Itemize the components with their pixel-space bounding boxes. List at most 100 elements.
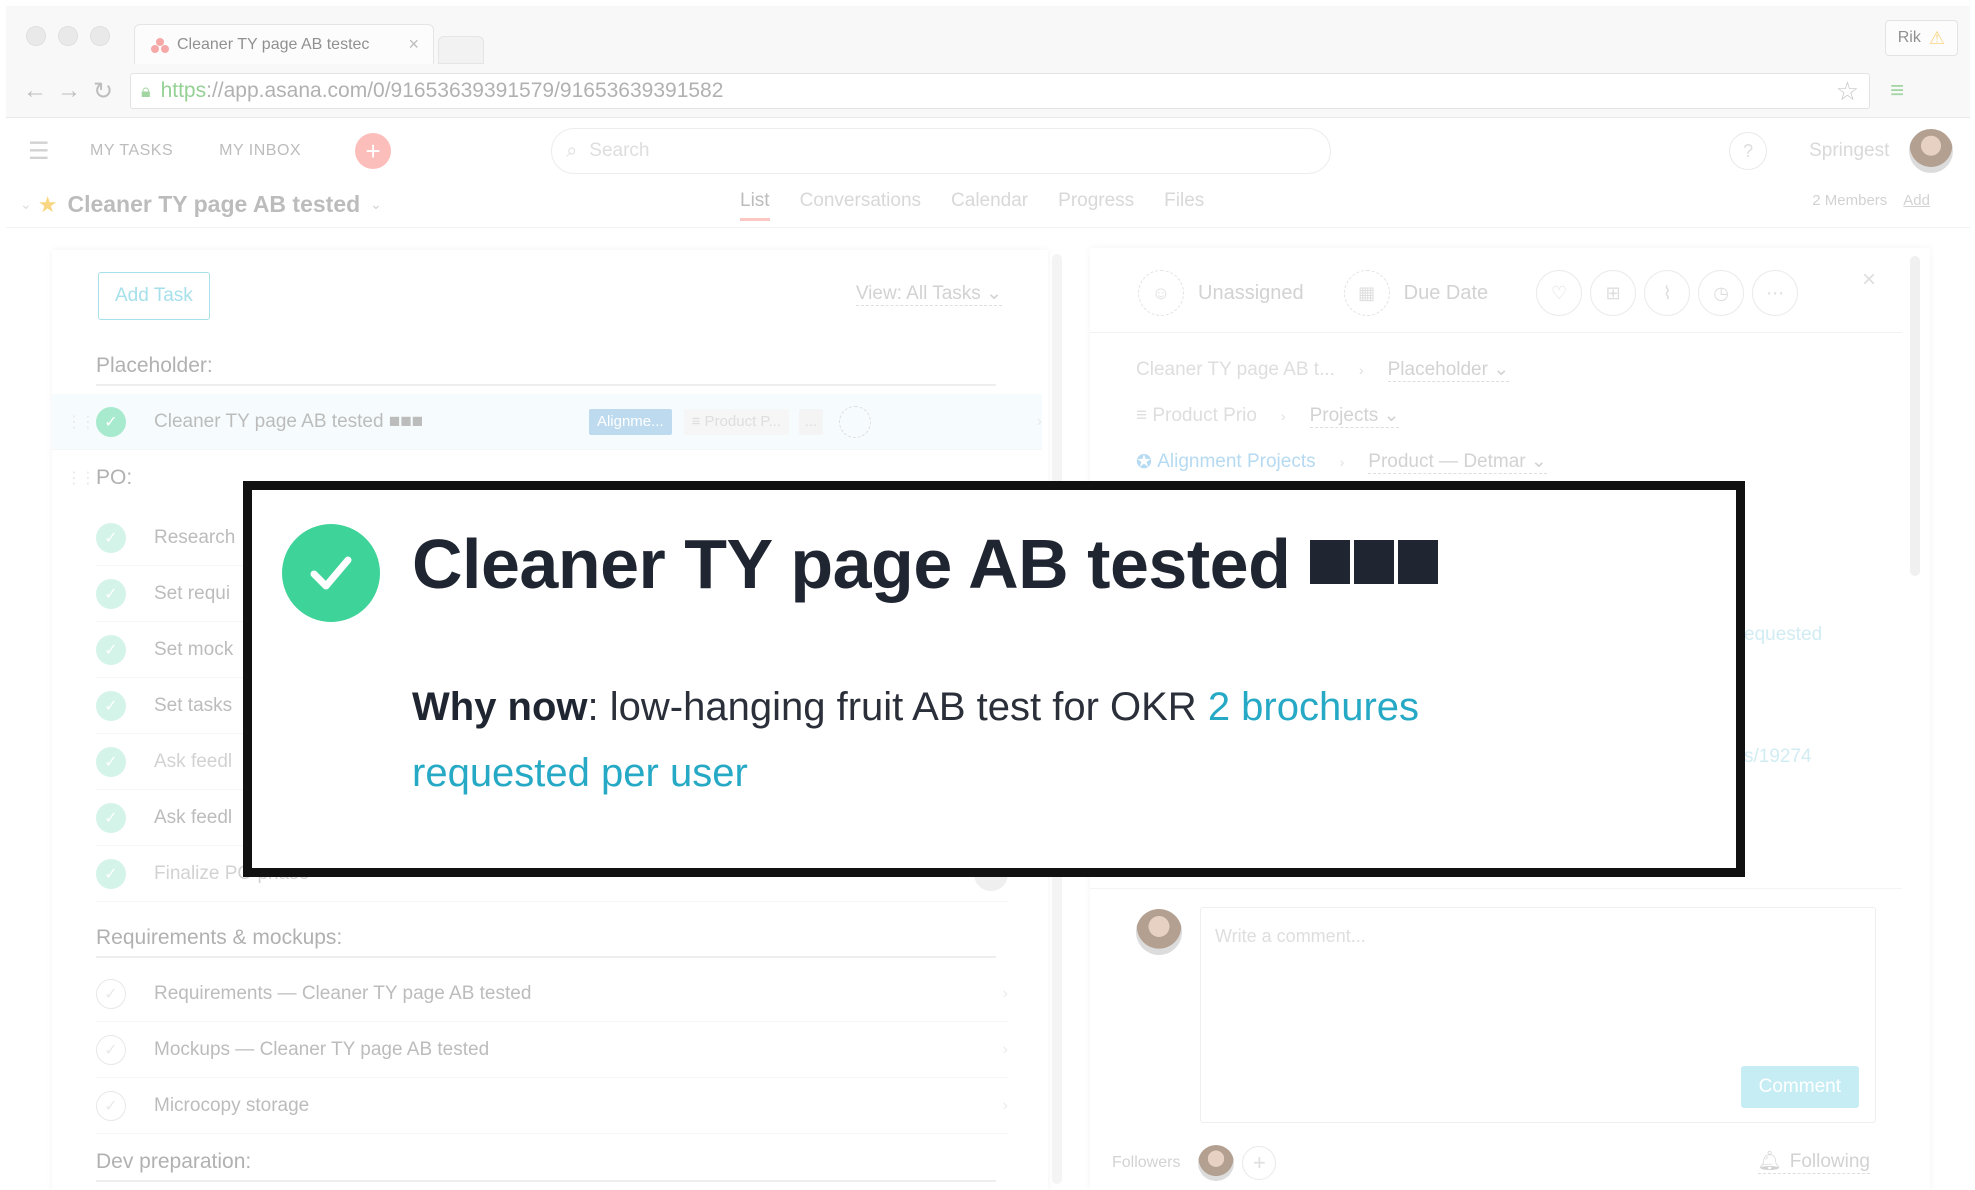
- org-switcher[interactable]: Springest: [1809, 140, 1889, 162]
- add-task-button[interactable]: Add Task: [98, 272, 210, 320]
- assignee-field[interactable]: Unassigned: [1198, 282, 1304, 305]
- browser-chrome: Cleaner TY page AB testec × Rik ⚠ ← → ↻ …: [6, 6, 1970, 118]
- hamburger-menu-icon[interactable]: ☰: [28, 137, 52, 166]
- quick-add-plus-icon[interactable]: +: [355, 133, 392, 169]
- collapse-chevron-icon[interactable]: ⌄: [20, 196, 32, 213]
- browser-menu-icon[interactable]: ≡: [1890, 77, 1904, 105]
- checkmark-icon[interactable]: ✓: [96, 634, 126, 665]
- bookmark-star-icon[interactable]: ☆: [1836, 76, 1859, 107]
- drag-handle-icon[interactable]: ⋮⋮: [66, 412, 96, 432]
- commenter-avatar: [1136, 909, 1182, 955]
- maximize-window-button[interactable]: [90, 26, 110, 46]
- calendar-icon[interactable]: ▦: [1343, 270, 1390, 316]
- reload-icon[interactable]: ↻: [86, 77, 120, 106]
- browser-user-name: Rik: [1897, 29, 1921, 46]
- assignee-icon[interactable]: ☺: [1138, 270, 1184, 316]
- membership-section-dropdown[interactable]: Projects ⌄: [1309, 404, 1400, 428]
- favorite-star-icon[interactable]: ★: [38, 192, 58, 218]
- members-count[interactable]: 2 Members: [1812, 192, 1887, 209]
- following-toggle[interactable]: 🔔︎ Following: [1757, 1149, 1870, 1174]
- url-bar[interactable]: 🔒︎ https ://app.asana.com/0/916536393915…: [130, 73, 1870, 109]
- tag-more[interactable]: ...: [799, 408, 823, 435]
- table-row-selected[interactable]: ⋮⋮ ✓ Cleaner TY page AB tested ■■■ Align…: [52, 394, 1042, 450]
- section-header-dev-preparation[interactable]: Dev preparation:: [96, 1150, 996, 1182]
- checkmark-icon[interactable]: ✓: [96, 522, 126, 553]
- comment-input[interactable]: Write a comment... Comment: [1200, 907, 1876, 1123]
- minimize-window-button[interactable]: [58, 26, 78, 46]
- chevron-right-icon[interactable]: ›: [1003, 1041, 1008, 1059]
- followers-row: Followers +: [1112, 1145, 1277, 1181]
- follower-avatar[interactable]: [1198, 1145, 1235, 1181]
- forward-arrow-icon[interactable]: →: [52, 77, 86, 105]
- zoom-callout: Cleaner TY page AB tested Why now: low-h…: [243, 481, 1745, 877]
- add-member-link[interactable]: Add: [1903, 192, 1930, 209]
- comment-button[interactable]: Comment: [1740, 1066, 1859, 1108]
- callout-description: Why now: low-hanging fruit AB test for O…: [412, 674, 1562, 806]
- checkmark-icon[interactable]: ✓: [96, 746, 126, 777]
- more-options-icon[interactable]: ⋯: [1752, 270, 1799, 316]
- checkmark-icon[interactable]: ✓: [96, 802, 126, 833]
- list-item[interactable]: ✓ Mockups — Cleaner TY page AB tested ›: [96, 1022, 1008, 1078]
- chevron-right-icon[interactable]: ›: [1003, 985, 1008, 1003]
- nav-my-tasks[interactable]: MY TASKS: [90, 142, 173, 160]
- tab-progress[interactable]: Progress: [1058, 190, 1134, 221]
- assignee-placeholder-icon[interactable]: [839, 405, 871, 438]
- section-header-requirements[interactable]: Requirements & mockups:: [96, 926, 996, 958]
- membership-section-dropdown[interactable]: Placeholder ⌄: [1387, 358, 1510, 382]
- back-arrow-icon[interactable]: ←: [18, 77, 52, 105]
- tag-alignment[interactable]: Alignme...: [588, 408, 672, 435]
- checkmark-icon[interactable]: ✓: [96, 978, 126, 1009]
- subtask-icon[interactable]: ⊞: [1590, 270, 1637, 316]
- membership-section-dropdown[interactable]: Product — Detmar ⌄: [1368, 450, 1547, 474]
- drag-handle-icon[interactable]: ⋮⋮: [66, 468, 96, 488]
- chevron-right-icon: ›: [1339, 454, 1345, 470]
- close-window-button[interactable]: [26, 26, 46, 46]
- membership-section-label: Product — Detmar: [1368, 451, 1526, 472]
- attachment-icon[interactable]: ⌇: [1644, 270, 1691, 316]
- project-title[interactable]: Cleaner TY page AB tested: [67, 191, 360, 218]
- tab-conversations[interactable]: Conversations: [800, 190, 921, 221]
- asana-logo-icon: [151, 37, 169, 53]
- membership-project[interactable]: Alignment Projects: [1157, 451, 1315, 473]
- tab-close-icon[interactable]: ×: [408, 34, 419, 55]
- chevron-right-icon: ›: [1358, 362, 1364, 378]
- browser-user-chip[interactable]: Rik ⚠: [1884, 20, 1958, 56]
- new-tab-button[interactable]: [438, 36, 484, 64]
- view-filter-dropdown[interactable]: View: All Tasks ⌄: [855, 282, 1002, 306]
- membership-project[interactable]: ≡ Product Prio: [1136, 405, 1257, 427]
- checkmark-icon[interactable]: ✓: [96, 690, 126, 721]
- divider: [1090, 332, 1902, 333]
- heart-icon[interactable]: ♡: [1536, 270, 1583, 316]
- checkmark-icon[interactable]: ✓: [96, 578, 126, 609]
- membership-row-2: ≡ Product Prio › Projects ⌄: [1136, 404, 1400, 428]
- chevron-right-icon[interactable]: ›: [1037, 413, 1042, 431]
- tag-product[interactable]: ≡ Product P...: [683, 408, 789, 435]
- due-date-field[interactable]: Due Date: [1404, 282, 1489, 305]
- tag-icon[interactable]: ◷: [1698, 270, 1745, 316]
- help-button[interactable]: ?: [1729, 132, 1768, 170]
- detail-scrollbar[interactable]: [1910, 256, 1920, 576]
- checkmark-icon[interactable]: ✓: [96, 406, 126, 437]
- user-avatar[interactable]: [1909, 129, 1954, 173]
- search-input[interactable]: ⌕ Search: [551, 128, 1332, 174]
- section-header-placeholder[interactable]: Placeholder:: [96, 354, 996, 386]
- checkmark-icon[interactable]: ✓: [96, 858, 126, 889]
- membership-project[interactable]: Cleaner TY page AB t...: [1136, 359, 1335, 381]
- description-link-fragment[interactable]: s/19274: [1744, 746, 1812, 768]
- chevron-right-icon[interactable]: ›: [1003, 1097, 1008, 1115]
- checkmark-icon[interactable]: ✓: [96, 1034, 126, 1065]
- close-icon[interactable]: ×: [1862, 266, 1876, 294]
- tab-files[interactable]: Files: [1164, 190, 1204, 221]
- nav-my-inbox[interactable]: MY INBOX: [219, 142, 301, 160]
- task-label: Set requi: [154, 582, 231, 604]
- add-follower-plus-icon[interactable]: +: [1242, 1146, 1277, 1180]
- chevron-down-icon[interactable]: ⌄: [370, 196, 382, 213]
- tab-list[interactable]: List: [740, 190, 770, 221]
- list-item[interactable]: ✓ Requirements — Cleaner TY page AB test…: [96, 966, 1008, 1022]
- description-link-fragment[interactable]: equested: [1744, 624, 1822, 646]
- checkmark-icon[interactable]: ✓: [96, 1090, 126, 1121]
- tab-calendar[interactable]: Calendar: [951, 190, 1028, 221]
- browser-tab[interactable]: Cleaner TY page AB testec ×: [134, 24, 434, 64]
- list-item[interactable]: ✓ Microcopy storage ›: [96, 1078, 1008, 1134]
- section-header-po[interactable]: PO:: [96, 466, 132, 490]
